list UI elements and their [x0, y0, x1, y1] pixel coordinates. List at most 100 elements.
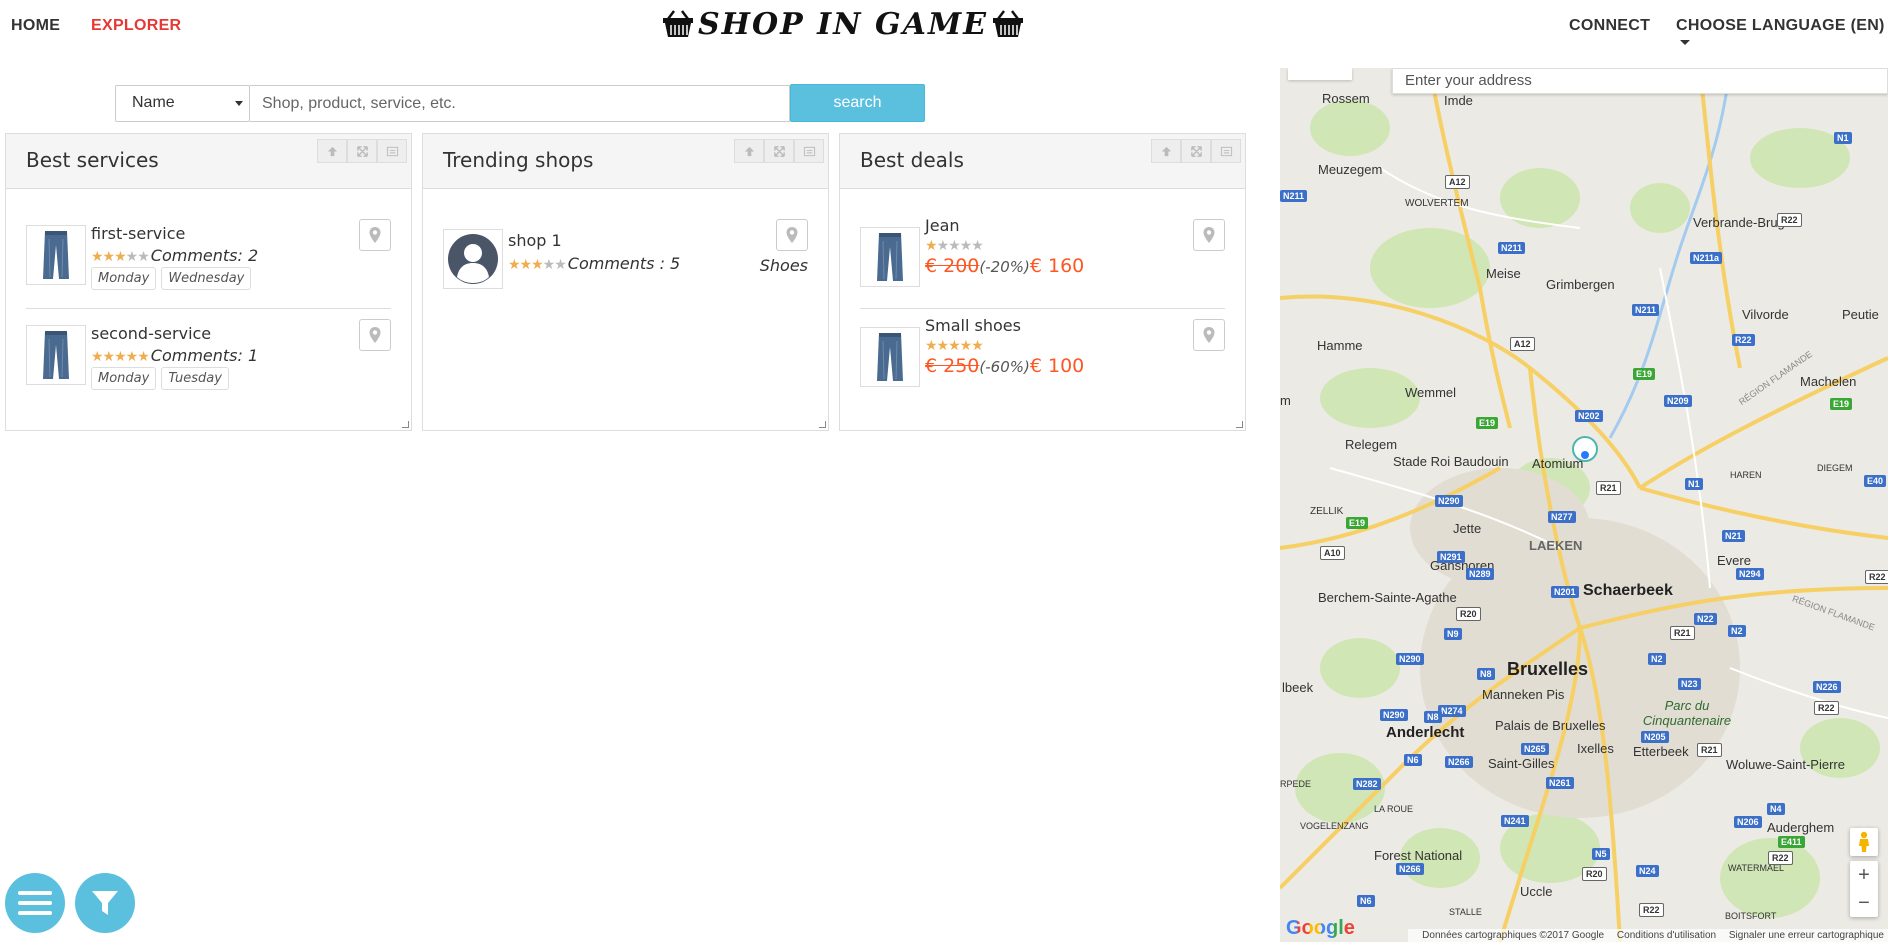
resize-handle[interactable] [819, 421, 826, 428]
deal-name[interactable]: Small shoes [925, 316, 1021, 335]
move-up-button[interactable] [1151, 139, 1181, 163]
pegman-icon [1859, 831, 1869, 852]
road-tag: N209 [1664, 395, 1692, 407]
discount: (-60%) [979, 358, 1030, 376]
report-error-link[interactable]: Signaler une erreur cartographique [1729, 930, 1884, 941]
map-label: Palais de Bruxelles [1495, 718, 1606, 733]
road-tag: N9 [1444, 628, 1462, 640]
comments-count: Comments : 5 [567, 254, 681, 273]
road-tag: N261 [1546, 777, 1574, 789]
expand-button[interactable] [347, 139, 377, 163]
collapse-button[interactable] [794, 139, 824, 163]
map-label: Schaerbeek [1583, 582, 1673, 599]
nav-home-link[interactable]: HOME [11, 17, 60, 35]
basket-icon [663, 10, 693, 37]
map-label: Etterbeek [1633, 744, 1689, 759]
product-thumbnail [860, 327, 920, 387]
map-label: Peutie [1842, 307, 1879, 322]
resize-handle[interactable] [402, 421, 409, 428]
language-dropdown[interactable]: CHOOSE LANGUAGE (EN) [1676, 17, 1888, 53]
nav-connect-link[interactable]: CONNECT [1569, 17, 1650, 35]
road-tag: R22 [1732, 334, 1755, 346]
map-pin-button[interactable] [1193, 219, 1225, 251]
map[interactable]: Enter your address Rossem Imde Meuzegem … [1280, 68, 1888, 942]
road-tag: N211a [1690, 252, 1723, 264]
shop-name[interactable]: shop 1 [508, 231, 562, 250]
map-pin-icon [1203, 327, 1215, 343]
day-tag: Monday [91, 367, 157, 390]
road-tag: N282 [1353, 778, 1381, 790]
address-input[interactable]: Enter your address [1392, 68, 1888, 94]
rating-stars: ★★★★★ Comments: 2 [91, 246, 259, 265]
road-tag: N211 [1280, 190, 1308, 202]
map-type-control[interactable] [1288, 68, 1352, 80]
comments-count: Comments: 2 [150, 246, 259, 265]
road-tag: E19 [1346, 517, 1369, 529]
panel-header: Trending shops [423, 134, 828, 189]
map-label: Verbrande-Brug [1693, 215, 1785, 230]
move-up-button[interactable] [734, 139, 764, 163]
shop-category: Shoes [759, 256, 808, 275]
map-label: Anderlecht [1386, 724, 1465, 741]
search-input[interactable] [250, 85, 790, 122]
road-tag: N294 [1736, 568, 1764, 580]
logo[interactable]: SHOP IN GAME [662, 4, 1024, 44]
road-tag: A12 [1445, 175, 1470, 189]
expand-icon [773, 145, 785, 157]
google-logo-text: Google [1286, 917, 1355, 939]
map-pin-button[interactable] [776, 219, 808, 251]
map-label: m [1280, 393, 1291, 408]
move-up-button[interactable] [317, 139, 347, 163]
map-label: Jette [1453, 521, 1482, 536]
expand-button[interactable] [1181, 139, 1211, 163]
filter-button[interactable] [75, 873, 135, 933]
menu-button[interactable] [5, 873, 65, 933]
map-canvas[interactable] [1280, 68, 1888, 942]
map-label: Parc du Cinquantenaire [1642, 698, 1732, 728]
new-price: € 160 [1029, 255, 1085, 277]
road-tag: N266 [1445, 756, 1473, 768]
map-pin-icon [369, 227, 381, 243]
road-tag: N265 [1521, 743, 1549, 755]
day-tag: Tuesday [161, 367, 229, 390]
logo-text: SHOP IN GAME [698, 6, 989, 42]
map-pin-button[interactable] [1193, 319, 1225, 351]
collapse-icon [803, 146, 815, 156]
rating-stars: ★★★★★ [925, 237, 984, 253]
road-tag: N241 [1501, 815, 1529, 827]
map-pin-button[interactable] [359, 219, 391, 251]
product-thumbnail [26, 325, 86, 385]
product-thumbnail [26, 225, 86, 285]
jeans-image [877, 233, 903, 281]
map-pin-icon [369, 327, 381, 343]
road-tag: N211 [1498, 242, 1526, 254]
road-tag: N266 [1396, 863, 1424, 875]
map-pin-button[interactable] [359, 319, 391, 351]
collapse-button[interactable] [1211, 139, 1241, 163]
search-button[interactable]: search [790, 84, 925, 122]
expand-button[interactable] [764, 139, 794, 163]
road-tag: N4 [1767, 803, 1785, 815]
deal-name[interactable]: Jean [925, 216, 960, 235]
street-view-button[interactable] [1850, 828, 1878, 856]
service-name[interactable]: first-service [91, 224, 185, 243]
old-price: € 250 [925, 355, 980, 377]
resize-handle[interactable] [1236, 421, 1243, 428]
map-label: Meise [1486, 266, 1521, 281]
service-name[interactable]: second-service [91, 324, 211, 343]
jeans-image [43, 231, 69, 279]
collapse-button[interactable] [377, 139, 407, 163]
map-label: Vilvorde [1742, 307, 1789, 322]
search-filter-select[interactable]: Name [115, 85, 250, 122]
zoom-in-button[interactable]: + [1850, 861, 1878, 889]
map-label: RPEDE [1280, 779, 1312, 789]
nav-explorer-link[interactable]: EXPLORER [91, 17, 181, 35]
panel-title: Trending shops [443, 148, 594, 172]
product-thumbnail [860, 227, 920, 287]
deal-price: € 200(-20%)€ 160 [925, 255, 1084, 277]
zoom-out-button[interactable]: − [1850, 889, 1878, 917]
map-label: Wemmel [1405, 385, 1457, 400]
map-attribution: Données cartographiques ©2017 Google Con… [1408, 929, 1888, 942]
road-tag: N1 [1685, 478, 1703, 490]
terms-link[interactable]: Conditions d'utilisation [1617, 930, 1716, 941]
